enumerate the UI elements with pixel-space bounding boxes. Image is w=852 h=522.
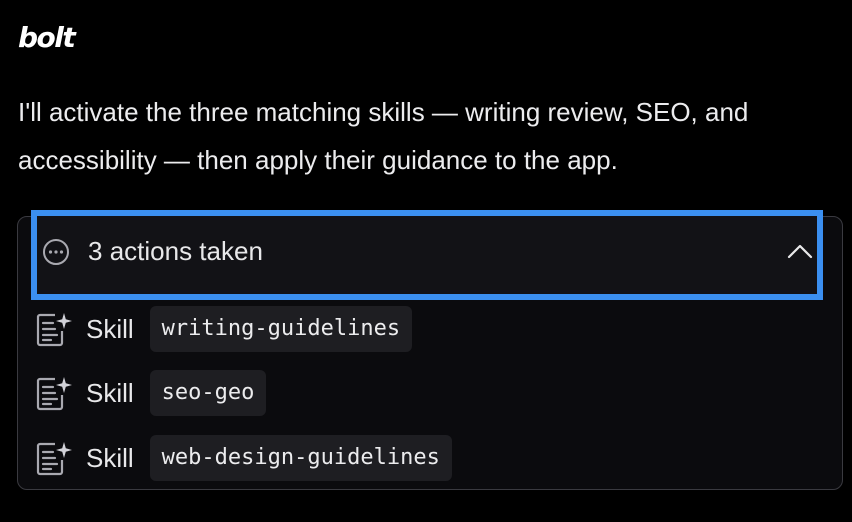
actions-toggle-header[interactable]: 3 actions taken — [31, 210, 823, 300]
chevron-up-icon[interactable] — [787, 242, 813, 260]
actions-count: 3 — [88, 236, 103, 266]
skill-document-sparkle-icon — [36, 442, 72, 476]
action-type-label: Skill — [86, 313, 134, 344]
more-horizontal-circle-icon — [43, 239, 69, 265]
skill-document-sparkle-icon — [36, 313, 72, 347]
action-item-skill-seo-geo: Skill seo-geo — [32, 369, 267, 417]
action-item-skill-web-design-guidelines: Skill web-design-guidelines — [32, 434, 452, 482]
action-item-skill-writing-guidelines: Skill writing-guidelines — [32, 305, 413, 353]
skill-name-chip: writing-guidelines — [149, 306, 413, 352]
assistant-message: I'll activate the three matching skills … — [18, 97, 749, 175]
actions-panel: 3 actions taken Skill writing-guidelines… — [17, 210, 843, 490]
skill-document-sparkle-icon — [36, 377, 72, 411]
actions-summary: actions taken — [109, 236, 263, 266]
actions-count-label: 3 actions taken — [88, 233, 263, 269]
skill-name-chip: web-design-guidelines — [149, 435, 452, 481]
bolt-logo[interactable]: bolt — [18, 20, 76, 56]
skill-name-chip: seo-geo — [149, 370, 267, 416]
action-type-label: Skill — [86, 442, 134, 473]
action-type-label: Skill — [86, 377, 134, 408]
